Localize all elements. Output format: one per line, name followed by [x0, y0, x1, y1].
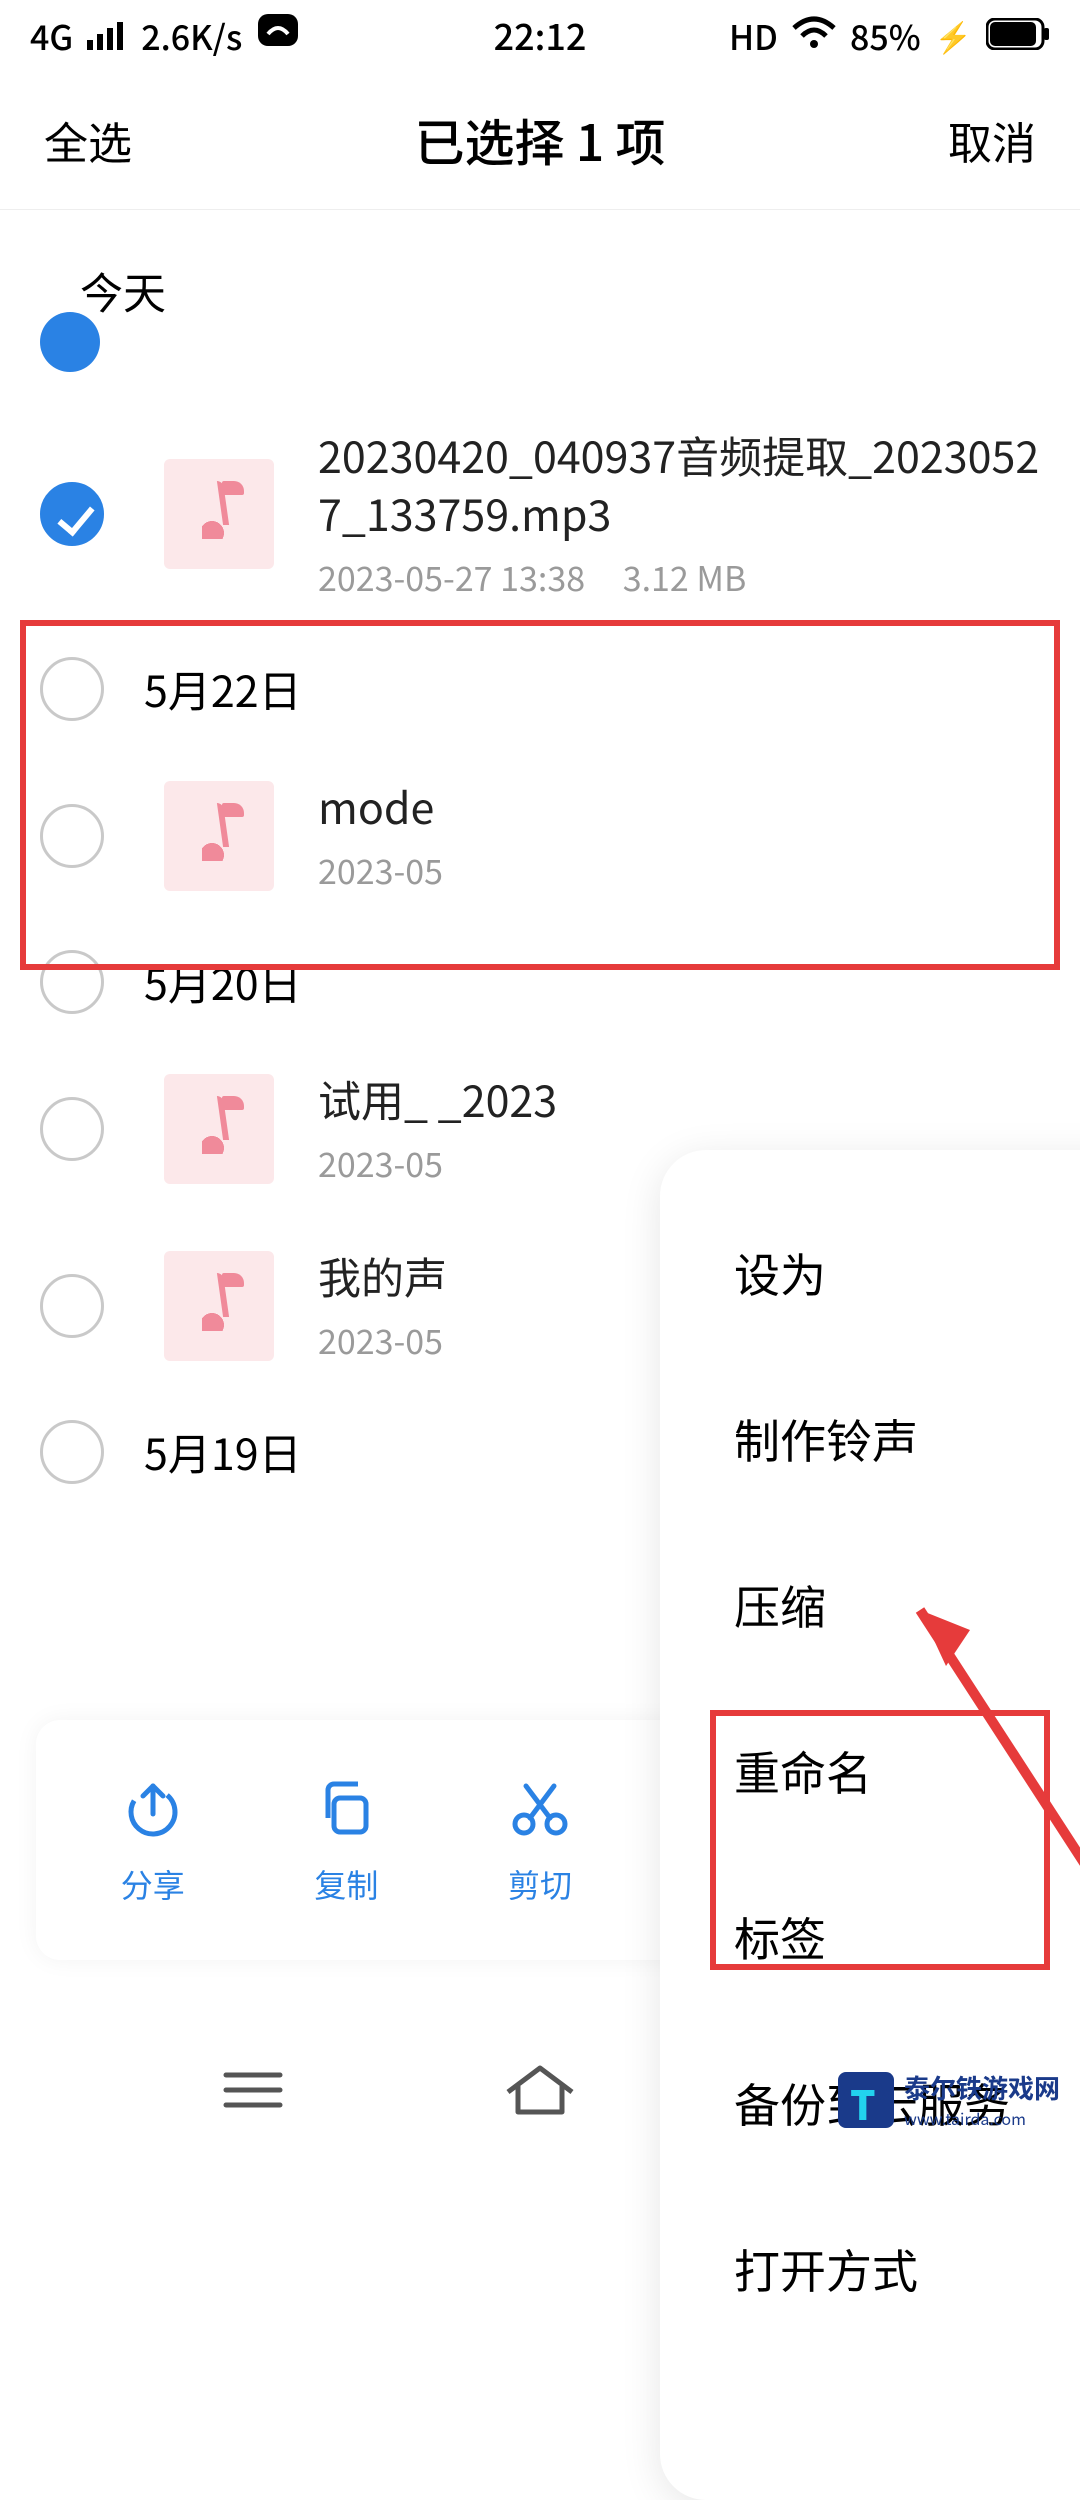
menu-tags[interactable]: 标签 — [660, 1854, 1080, 2020]
file-name: mode — [318, 777, 1040, 835]
selection-header: 全选 已选择 1 项 取消 — [0, 70, 1080, 210]
music-file-icon — [164, 1074, 274, 1184]
selection-title: 已选择 1 项 — [415, 104, 666, 176]
checkbox[interactable] — [40, 657, 104, 721]
date-label: 5月19日 — [144, 1421, 302, 1483]
watermark-name: 泰尔铁游戏网 — [904, 2069, 1060, 2106]
action-label: 复制 — [314, 1861, 378, 1907]
file-name: 20230420_040937音频提取_20230527_133759.mp3 — [318, 426, 1040, 542]
menu-rename[interactable]: 重命名 — [660, 1688, 1080, 1854]
file-meta: 2023-05 — [318, 845, 1040, 894]
file-name: 试用_ _2023 — [318, 1070, 1040, 1128]
checkbox[interactable] — [40, 1274, 104, 1338]
section-today: 今天 — [0, 240, 1080, 342]
file-row[interactable]: mode 2023-05 — [0, 747, 1080, 924]
nav-recents-button[interactable] — [208, 2060, 298, 2120]
menu-open-with[interactable]: 打开方式 — [660, 2186, 1080, 2352]
file-date: 2023-05 — [318, 1315, 443, 1364]
select-all-button[interactable]: 全选 — [44, 108, 132, 172]
file-size: 3.12 MB — [623, 552, 747, 601]
date-row[interactable]: 5月22日 — [0, 631, 1080, 747]
more-menu-popup: 设为 制作铃声 压缩 重命名 标签 备份到云服务 打开方式 — [660, 1150, 1080, 2500]
file-text: mode 2023-05 — [318, 777, 1040, 894]
action-label: 分享 — [121, 1861, 185, 1907]
checkbox[interactable] — [40, 1097, 104, 1161]
action-share[interactable]: 分享 — [68, 1773, 238, 1907]
date-row[interactable]: 5月20日 — [0, 924, 1080, 1040]
action-label: 剪切 — [508, 1861, 572, 1907]
watermark: 泰尔铁游戏网 www.tairda.com — [838, 2069, 1060, 2130]
action-cut[interactable]: 剪切 — [455, 1773, 625, 1907]
share-icon — [118, 1773, 188, 1843]
cancel-button[interactable]: 取消 — [948, 108, 1036, 172]
checkbox[interactable] — [40, 950, 104, 1014]
menu-compress[interactable]: 压缩 — [660, 1522, 1080, 1688]
nav-home-button[interactable] — [495, 2060, 585, 2120]
date-label: 5月20日 — [144, 951, 302, 1013]
status-time: 22:12 — [0, 9, 1080, 61]
music-file-icon — [164, 1251, 274, 1361]
menu-make-ringtone[interactable]: 制作铃声 — [660, 1356, 1080, 1522]
cut-icon — [505, 1773, 575, 1843]
checkbox-checked-partial[interactable] — [40, 312, 100, 372]
copy-icon — [311, 1773, 381, 1843]
date-label: 5月22日 — [144, 658, 302, 720]
checkbox-checked[interactable] — [40, 482, 104, 546]
checkbox[interactable] — [40, 1420, 104, 1484]
music-file-icon — [164, 459, 274, 569]
file-date: 2023-05-27 13:38 — [318, 552, 585, 601]
menu-set-as[interactable]: 设为 — [660, 1190, 1080, 1356]
file-date: 2023-05 — [318, 845, 443, 894]
checkbox[interactable] — [40, 804, 104, 868]
file-date: 2023-05 — [318, 1138, 443, 1187]
music-file-icon — [164, 781, 274, 891]
status-bar: 4G 2.6K/s 22:12 HD 85% ⚡ — [0, 0, 1080, 70]
watermark-url: www.tairda.com — [904, 2106, 1060, 2130]
action-copy[interactable]: 复制 — [261, 1773, 431, 1907]
file-row[interactable]: 20230420_040937音频提取_20230527_133759.mp3 … — [0, 396, 1080, 631]
partial-row — [0, 342, 1080, 396]
file-text: 20230420_040937音频提取_20230527_133759.mp3 … — [318, 426, 1040, 601]
watermark-logo-icon — [838, 2072, 894, 2128]
file-meta: 2023-05-27 13:38 3.12 MB — [318, 552, 1040, 601]
